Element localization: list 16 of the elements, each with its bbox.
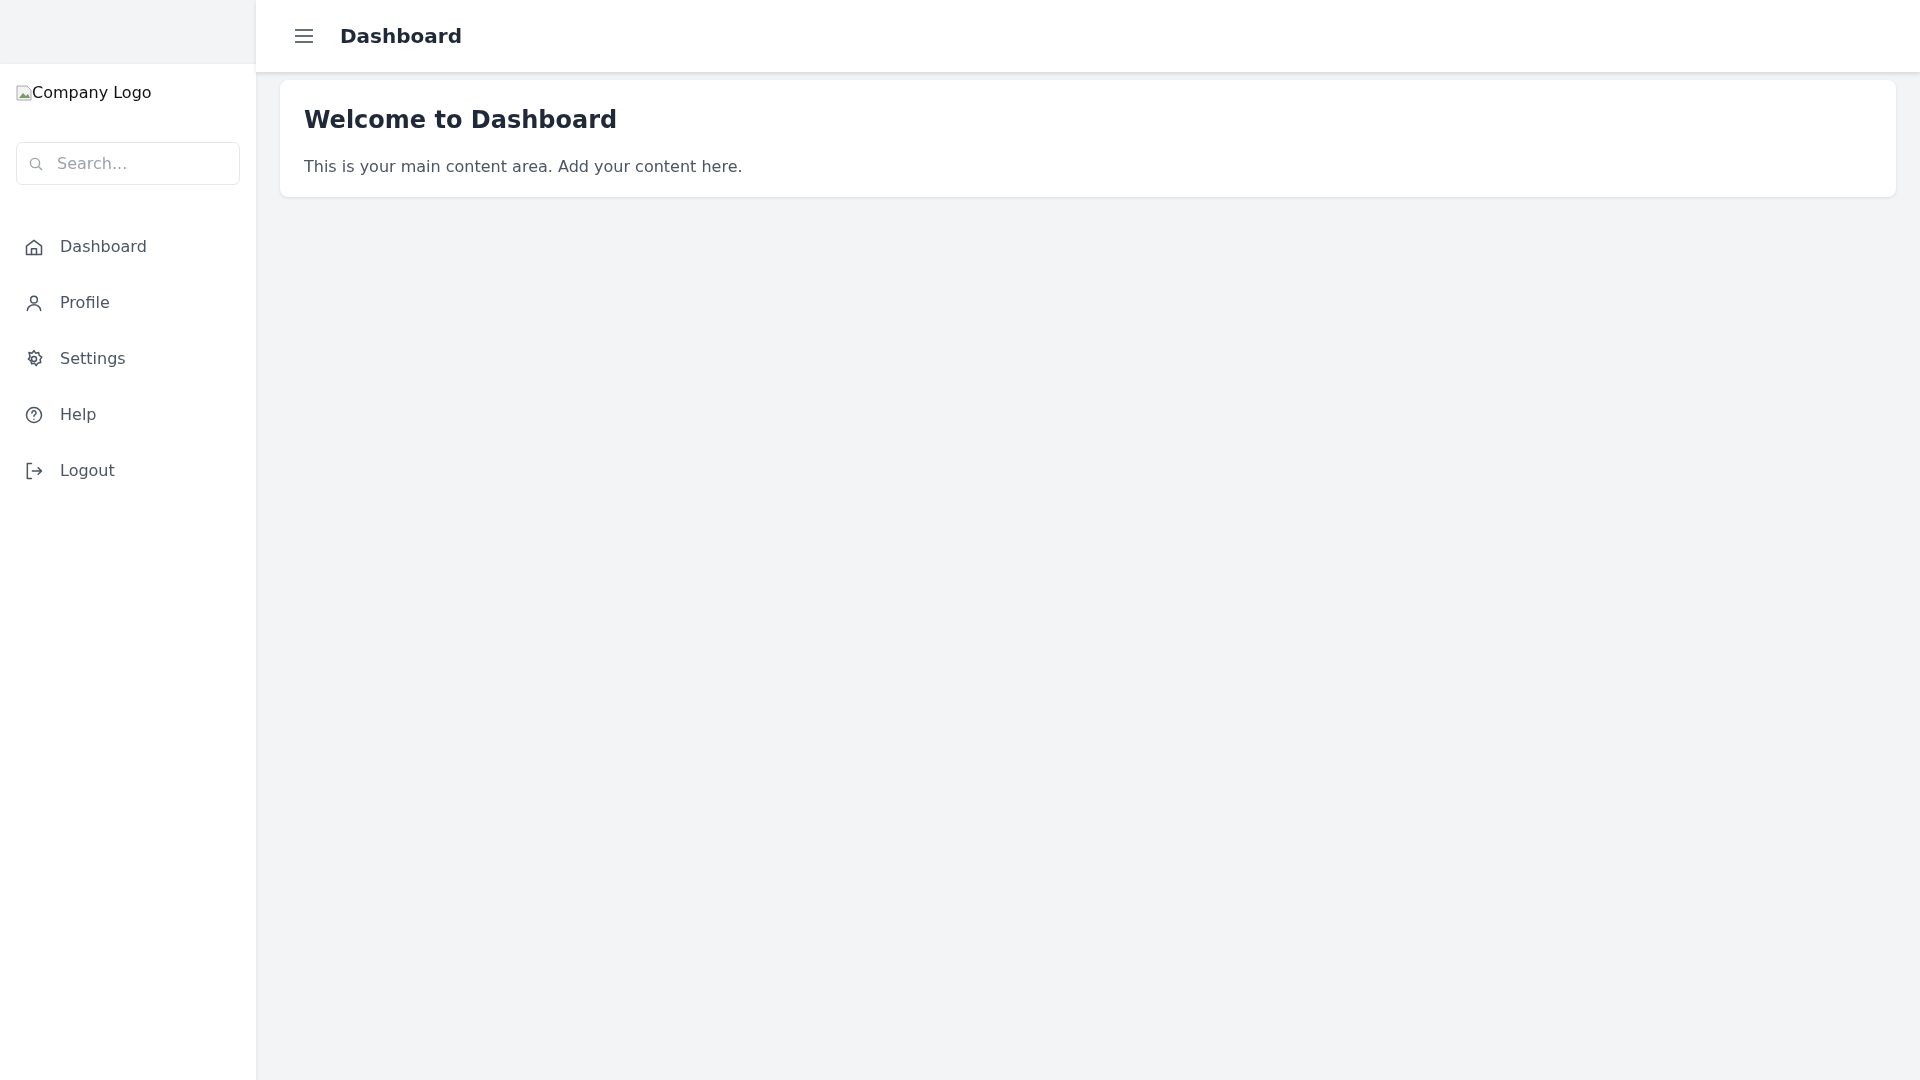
help-icon — [24, 405, 44, 425]
search-icon — [29, 157, 43, 171]
nav-item[interactable]: Help — [16, 395, 240, 435]
search-field[interactable]: Search... — [16, 142, 240, 185]
card-text: This is your main content area. Add your content here. — [304, 155, 744, 178]
logout-icon — [24, 461, 44, 481]
nav-item[interactable]: Profile — [16, 283, 240, 323]
nav-item[interactable]: Settings — [16, 339, 240, 379]
user-icon — [24, 293, 44, 313]
page-title: Dashboard — [340, 24, 462, 48]
nav-item[interactable]: Logout — [16, 451, 240, 491]
nav-item[interactable]: Dashboard — [16, 227, 240, 267]
card-title: Welcome to Dashboard — [304, 106, 619, 135]
logo-text: Company Logo — [32, 82, 152, 104]
home-icon — [24, 237, 44, 257]
broken-image-icon — [16, 85, 32, 101]
